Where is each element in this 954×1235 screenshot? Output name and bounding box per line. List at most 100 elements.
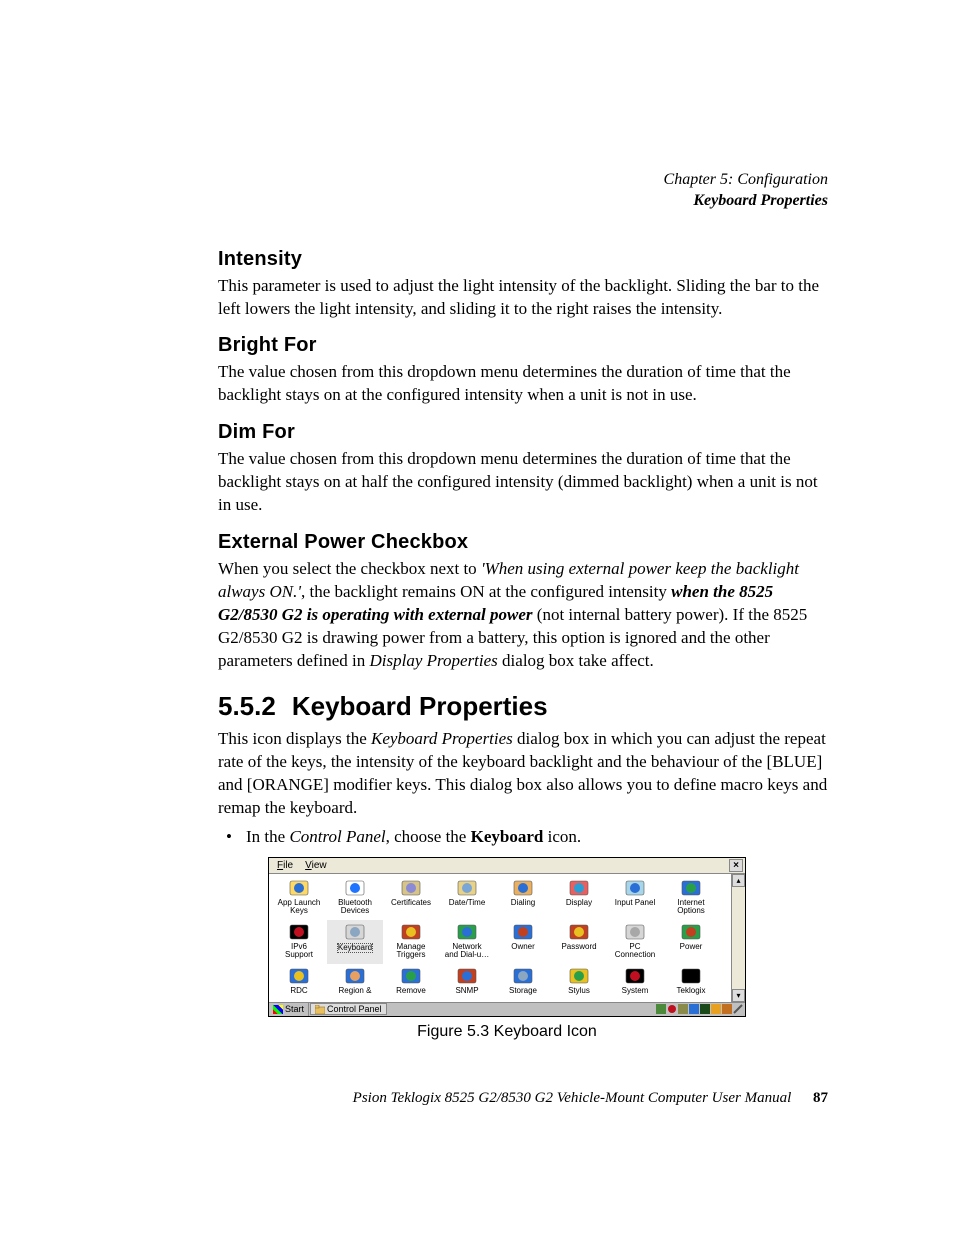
icon-label: Bluetooth Devices [338,899,372,916]
icon-label: System [622,987,649,995]
icon-label: App Launch Keys [278,899,321,916]
icon-label: Password [561,943,596,951]
text-ital: Display Properties [370,651,498,670]
heading-keyboard-properties: 5.5.2 Keyboard Properties [218,691,828,722]
text: icon. [543,827,581,846]
page-content: Chapter 5: Configuration Keyboard Proper… [218,170,828,1041]
icon-row: RDC Region & Remove SNMP Storage Stylus System… [271,964,731,1002]
icon-label: RDC [290,987,307,995]
bullet-list: In the Control Panel, choose the Keyboar… [218,826,828,849]
cp-icon-teklogix[interactable]: Teklogix [663,964,719,1002]
cp-icon-remove[interactable]: Remove [383,964,439,1002]
cp-icon-keyboard[interactable]: Keyboard [327,920,383,964]
body-bright-for: The value chosen from this dropdown menu… [218,361,828,407]
tray-icon[interactable] [689,1004,699,1014]
icon-label: Keyboard [337,943,373,953]
tray-icon[interactable] [700,1004,710,1014]
cp-icon-app-launch[interactable]: App Launch Keys [271,876,327,920]
cp-icon-bluetooth[interactable]: Bluetooth Devices [327,876,383,920]
icon-label: Input Panel [615,899,655,907]
heading-bright-for: Bright For [218,334,828,357]
icon-label: Certificates [391,899,431,907]
heading-dim-for: Dim For [218,421,828,444]
start-label: Start [285,1004,304,1014]
cp-icon-display[interactable]: Display [551,876,607,920]
cp-icon-rdc[interactable]: RDC [271,964,327,1002]
page-number: 87 [813,1090,828,1106]
cp-icon-ipv6[interactable]: IPv6 Support [271,920,327,964]
cp-icon-stylus[interactable]: Stylus [551,964,607,1002]
section-label: Keyboard Properties [218,191,828,212]
tray-icon[interactable] [656,1004,666,1014]
system-tray [656,1004,745,1014]
text-ital: Control Panel [289,827,385,846]
cp-icon-password[interactable]: Password [551,920,607,964]
text: In the [246,827,289,846]
text: , the backlight remains ON at the config… [301,582,671,601]
folder-icon [315,1005,325,1014]
icon-label: Date/Time [449,899,486,907]
tray-icon[interactable] [678,1004,688,1014]
tray-icon[interactable] [733,1004,743,1014]
scroll-down-button[interactable]: ▾ [732,989,745,1002]
cp-icon-system[interactable]: System [607,964,663,1002]
cp-icon-owner[interactable]: Owner [495,920,551,964]
tray-icon[interactable] [722,1004,732,1014]
taskbar: Start Control Panel [269,1002,745,1016]
cp-icon-region[interactable]: Region & [327,964,383,1002]
start-button[interactable]: Start [269,1003,309,1016]
icon-label: Storage [509,987,537,995]
heading-ext-power: External Power Checkbox [218,531,828,554]
text: dialog box take affect. [498,651,654,670]
cp-icon-power[interactable]: Power [663,920,719,964]
icon-label: IPv6 Support [285,943,313,960]
cp-icon-snmp[interactable]: SNMP [439,964,495,1002]
menubar: File View × [269,858,745,874]
chapter-label: Chapter 5: Configuration [218,170,828,191]
cp-icon-internet[interactable]: Internet Options [663,876,719,920]
icon-label: Stylus [568,987,590,995]
cp-icon-storage[interactable]: Storage [495,964,551,1002]
icon-grid: App Launch Keys Bluetooth Devices Certific… [269,874,731,1002]
icon-label: PC Connection [615,943,655,960]
footer-text: Psion Teklogix 8525 G2/8530 G2 Vehicle-M… [353,1090,792,1106]
windows-flag-icon [273,1005,283,1014]
text-bold: Keyboard [471,827,544,846]
menu-view[interactable]: View [299,860,333,871]
cp-icon-pc-conn[interactable]: PC Connection [607,920,663,964]
scroll-up-button[interactable]: ▴ [732,874,745,887]
body-keyboard: This icon displays the Keyboard Properti… [218,728,828,820]
icon-label: Power [680,943,703,951]
text-ital: Keyboard Properties [371,729,513,748]
section-number: 5.5.2 [218,691,276,721]
icon-label: Dialing [511,899,535,907]
tray-icon[interactable] [667,1004,677,1014]
cp-icon-triggers[interactable]: Manage Triggers [383,920,439,964]
icon-row: IPv6 Support Keyboard Manage Triggers Netwo… [271,920,731,964]
icon-label: SNMP [455,987,478,995]
cp-icon-dialing[interactable]: Dialing [495,876,551,920]
icon-label: Display [566,899,592,907]
heading-intensity: Intensity [218,248,828,271]
body-ext-power: When you select the checkbox next to 'Wh… [218,558,828,673]
tray-icon[interactable] [711,1004,721,1014]
cp-icon-network[interactable]: Network and Dial-u… [439,920,495,964]
icon-label: Teklogix [677,987,706,995]
icon-label: Region & [339,987,372,995]
close-button[interactable]: × [729,859,743,872]
icon-label: Remove [396,987,426,995]
icon-label: Network and Dial-u… [445,943,489,960]
window-body: App Launch Keys Bluetooth Devices Certific… [269,874,745,1002]
text: , choose the [386,827,471,846]
text: When you select the checkbox next to [218,559,481,578]
body-intensity: This parameter is used to adjust the lig… [218,275,828,321]
cp-icon-datetime[interactable]: Date/Time [439,876,495,920]
cp-icon-input-panel[interactable]: Input Panel [607,876,663,920]
scrollbar[interactable]: ▴ ▾ [731,874,745,1002]
menu-file[interactable]: File [271,860,299,871]
scroll-track[interactable] [732,887,745,989]
cp-icon-certificates[interactable]: Certificates [383,876,439,920]
section-title: Keyboard Properties [292,691,548,721]
page-header: Chapter 5: Configuration Keyboard Proper… [218,170,828,212]
taskbar-task[interactable]: Control Panel [310,1003,387,1015]
